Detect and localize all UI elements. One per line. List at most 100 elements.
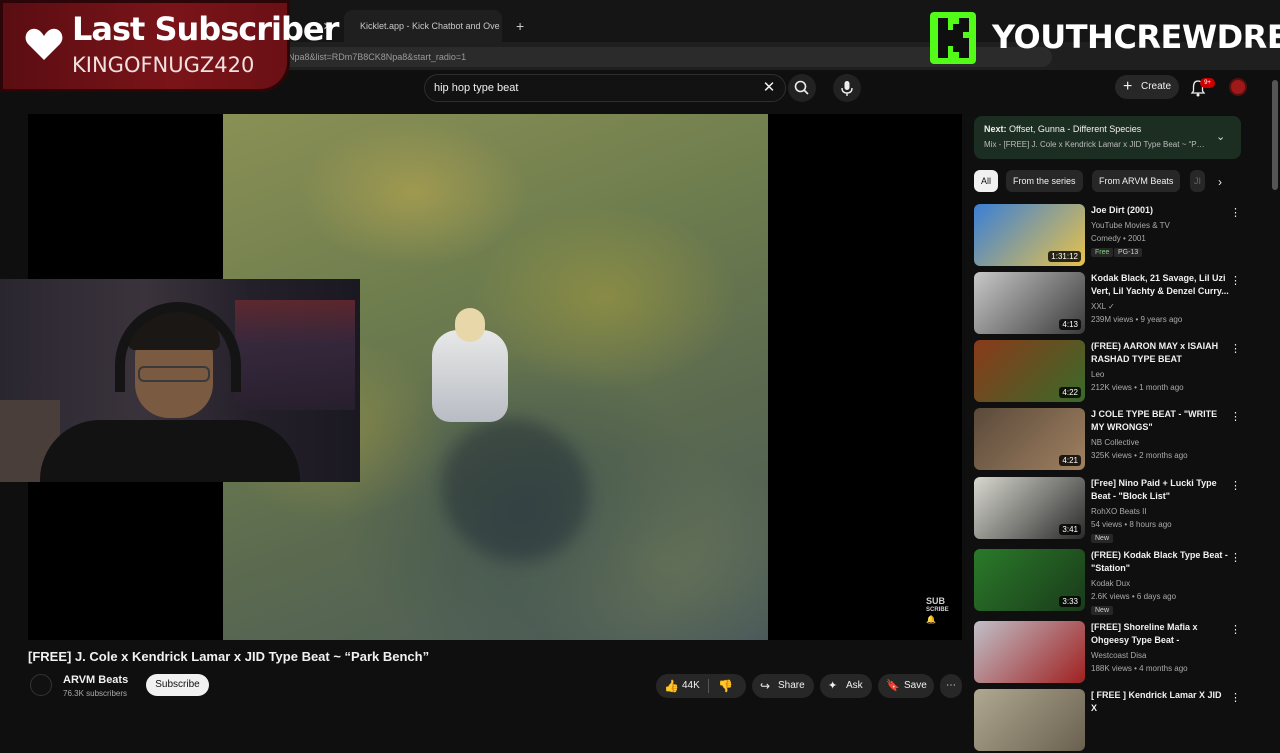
account-avatar[interactable] bbox=[1229, 78, 1247, 96]
recommendation-channel[interactable]: RohXO Beats II bbox=[1091, 507, 1147, 516]
more-options-icon[interactable]: ⋮ bbox=[1230, 410, 1241, 423]
subscribe-watermark[interactable]: SUB SCRIBE 🔔 bbox=[926, 597, 949, 625]
new-tab-button[interactable]: + bbox=[506, 10, 532, 42]
more-options-icon[interactable]: ⋮ bbox=[1230, 691, 1241, 704]
recommendation-item[interactable]: [ FREE ] Kendrick Lamar X JID X ⋮ bbox=[974, 689, 1244, 753]
tab-kicklet[interactable]: Kicklet.app - Kick Chatbot and Ove ✕ bbox=[344, 10, 502, 42]
last-subscriber-name: KINGOFNUGZ420 bbox=[72, 53, 255, 77]
sparkle-icon: ✦ bbox=[828, 680, 838, 692]
recommendation-thumbnail[interactable]: 3:33 bbox=[974, 549, 1085, 611]
recommendation-title[interactable]: (FREE) AARON MAY x ISAIAH RASHAD TYPE BE… bbox=[1091, 340, 1229, 366]
recommendation-thumbnail[interactable]: 4:22 bbox=[974, 340, 1085, 402]
recommendation-title[interactable]: [Free] Nino Paid + Lucki Type Beat - "Bl… bbox=[1091, 477, 1229, 503]
more-options-icon[interactable]: ⋮ bbox=[1230, 206, 1241, 219]
webcam-person-shirt bbox=[40, 420, 300, 482]
recommendation-channel[interactable]: Westcoast Disa bbox=[1091, 651, 1146, 660]
video-figure-head bbox=[455, 308, 485, 342]
dislike-icon[interactable]: 👎 bbox=[718, 674, 733, 698]
chip-all[interactable]: All bbox=[974, 170, 999, 192]
recommendation-meta: 239M views • 9 years ago bbox=[1091, 315, 1183, 324]
like-dislike-group: 👍 44K 👎 bbox=[656, 674, 746, 698]
chevron-down-icon[interactable]: ⌄ bbox=[1216, 130, 1225, 143]
next-video-title: Next: Offset, Gunna - Different Species bbox=[984, 124, 1142, 134]
more-options-icon[interactable]: ⋮ bbox=[1230, 274, 1241, 287]
recommendation-title[interactable]: [ FREE ] Kendrick Lamar X JID X bbox=[1091, 689, 1229, 715]
save-button[interactable]: 🔖 Save bbox=[878, 674, 934, 698]
webcam-background-shelf bbox=[235, 300, 355, 410]
recommendation-thumbnail[interactable] bbox=[974, 689, 1085, 751]
recommendation-title[interactable]: [FREE] Shoreline Mafia x Ohgeesy Type Be… bbox=[1091, 621, 1229, 647]
video-figure bbox=[432, 330, 508, 422]
like-count[interactable]: 44K bbox=[682, 674, 700, 698]
recommendation-thumbnail[interactable]: 4:13 bbox=[974, 272, 1085, 334]
kick-logo-icon bbox=[930, 12, 976, 64]
create-button[interactable]: + Create bbox=[1115, 75, 1179, 99]
recommendation-meta: Comedy • 2001 bbox=[1091, 234, 1146, 243]
bell-icon: 🔔 bbox=[926, 615, 936, 624]
recommendation-channel[interactable]: Kodak Dux bbox=[1091, 579, 1130, 588]
more-options-icon[interactable]: ⋮ bbox=[1230, 551, 1241, 564]
recommendation-item[interactable]: 3:41 [Free] Nino Paid + Lucki Type Beat … bbox=[974, 477, 1244, 543]
recommendation-item[interactable]: 1:31:12 Joe Dirt (2001) YouTube Movies &… bbox=[974, 204, 1244, 268]
recommendation-item[interactable]: [FREE] Shoreline Mafia x Ohgeesy Type Be… bbox=[974, 621, 1244, 685]
chip-from-arvm-beats[interactable]: From ARVM Beats bbox=[1092, 170, 1181, 192]
recommendation-meta: 188K views • 4 months ago bbox=[1091, 664, 1188, 673]
voice-search-button[interactable] bbox=[833, 74, 861, 102]
divider bbox=[708, 679, 709, 693]
duration-badge: 4:22 bbox=[1059, 387, 1081, 398]
search-button[interactable] bbox=[788, 74, 816, 102]
chip-ji[interactable]: JI bbox=[1190, 170, 1206, 192]
tab-label: Kicklet.app - Kick Chatbot and Ove bbox=[360, 21, 500, 31]
create-label: Create bbox=[1141, 81, 1172, 92]
recommendation-thumbnail[interactable] bbox=[974, 621, 1085, 683]
search-input[interactable] bbox=[434, 79, 734, 97]
recommendation-thumbnail[interactable]: 4:21 bbox=[974, 408, 1085, 470]
recommendation-badge: New bbox=[1091, 534, 1114, 543]
next-video-box[interactable] bbox=[974, 116, 1241, 159]
recommendation-meta: 2.6K views • 6 days ago bbox=[1091, 592, 1177, 601]
more-actions-icon[interactable]: ⋯ bbox=[940, 674, 962, 698]
recommendation-item[interactable]: 3:33 (FREE) Kodak Black Type Beat - "Sta… bbox=[974, 549, 1244, 615]
recommendation-channel[interactable]: Leo bbox=[1091, 370, 1104, 379]
more-options-icon[interactable]: ⋮ bbox=[1230, 342, 1241, 355]
ask-button[interactable]: ✦ Ask bbox=[820, 674, 872, 698]
heart-icon bbox=[25, 28, 63, 60]
recommendation-title[interactable]: J COLE TYPE BEAT - "WRITE MY WRONGS" bbox=[1091, 408, 1229, 434]
recommendation-channel[interactable]: NB Collective bbox=[1091, 438, 1139, 447]
scrollbar-thumb[interactable] bbox=[1272, 80, 1278, 190]
recommendation-thumbnail[interactable]: 1:31:12 bbox=[974, 204, 1085, 266]
next-mix-title: Mix - [FREE] J. Cole x Kendrick Lamar x … bbox=[984, 140, 1206, 149]
chip-from-the-series[interactable]: From the series bbox=[1006, 170, 1083, 192]
bookmark-icon: 🔖 bbox=[886, 680, 900, 692]
subscribe-button[interactable]: Subscribe bbox=[146, 674, 209, 696]
plus-icon: + bbox=[516, 18, 525, 34]
duration-badge: 3:41 bbox=[1059, 524, 1081, 535]
microphone-icon bbox=[841, 81, 853, 96]
more-options-icon[interactable]: ⋮ bbox=[1230, 623, 1241, 636]
recommendation-item[interactable]: 4:21 J COLE TYPE BEAT - "WRITE MY WRONGS… bbox=[974, 408, 1244, 472]
recommendation-channel[interactable]: XXL ✓ bbox=[1091, 302, 1115, 311]
recommendation-channel[interactable]: YouTube Movies & TV bbox=[1091, 221, 1170, 230]
recommendation-item[interactable]: 4:13 Kodak Black, 21 Savage, Lil Uzi Ver… bbox=[974, 272, 1244, 336]
clear-search-icon[interactable]: ✕ bbox=[760, 79, 778, 97]
duration-badge: 1:31:12 bbox=[1048, 251, 1081, 262]
recommendation-title[interactable]: (FREE) Kodak Black Type Beat - "Station" bbox=[1091, 549, 1229, 575]
recommendation-title[interactable]: Kodak Black, 21 Savage, Lil Uzi Vert, Li… bbox=[1091, 272, 1229, 298]
recommendation-meta: 54 views • 8 hours ago bbox=[1091, 520, 1172, 529]
recommendation-meta: 212K views • 1 month ago bbox=[1091, 383, 1184, 392]
share-button[interactable]: ↪ Share bbox=[752, 674, 814, 698]
more-options-icon[interactable]: ⋮ bbox=[1230, 479, 1241, 492]
plus-icon: + bbox=[1123, 78, 1133, 95]
duration-badge: 4:21 bbox=[1059, 455, 1081, 466]
recommendation-badge: Free bbox=[1091, 248, 1114, 257]
channel-avatar[interactable] bbox=[30, 674, 52, 696]
recommendation-meta: 325K views • 2 months ago bbox=[1091, 451, 1188, 460]
like-icon[interactable]: 👍 bbox=[664, 674, 679, 698]
recommendation-title[interactable]: Joe Dirt (2001) bbox=[1091, 204, 1229, 217]
notification-badge: 9+ bbox=[1200, 78, 1215, 88]
recommendation-thumbnail[interactable]: 3:41 bbox=[974, 477, 1085, 539]
recommendation-item[interactable]: 4:22 (FREE) AARON MAY x ISAIAH RASHAD TY… bbox=[974, 340, 1244, 404]
duration-badge: 4:13 bbox=[1059, 319, 1081, 330]
chevron-right-icon[interactable]: › bbox=[1218, 175, 1222, 189]
channel-name[interactable]: ARVM Beats bbox=[63, 674, 128, 686]
